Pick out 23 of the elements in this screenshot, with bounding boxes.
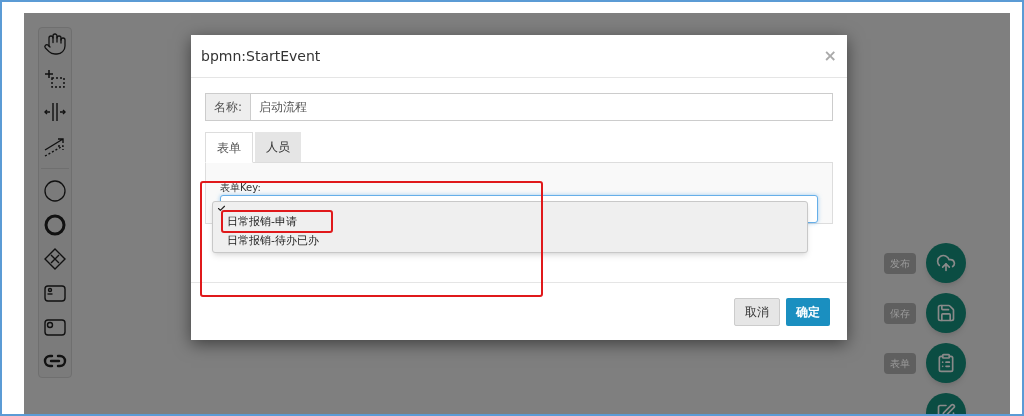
- cancel-button[interactable]: 取消: [734, 297, 780, 326]
- dropdown-option[interactable]: 日常报销-申请: [213, 212, 807, 231]
- diamond-icon[interactable]: [43, 247, 67, 271]
- clipboard-icon: [936, 353, 956, 373]
- dropdown-option[interactable]: 日常报销-待办已办: [213, 231, 807, 250]
- space-tool-icon[interactable]: [43, 100, 67, 124]
- tab[interactable]: 表单: [205, 132, 253, 163]
- tab[interactable]: 人员: [255, 132, 301, 162]
- check-icon: [217, 203, 226, 213]
- action-button[interactable]: [926, 243, 966, 283]
- thick-circle-icon[interactable]: [43, 213, 67, 237]
- action-button[interactable]: [926, 343, 966, 383]
- action-button[interactable]: [926, 293, 966, 333]
- cloud-upload-icon: [936, 253, 956, 273]
- circle-icon[interactable]: [43, 179, 67, 203]
- field-label: 名称:: [206, 94, 252, 120]
- field-value: 启动流程: [258, 99, 309, 116]
- dialog-title: bpmn:StartEvent: [201, 46, 321, 66]
- confirm-button[interactable]: 确定: [786, 297, 830, 326]
- hand-icon[interactable]: [43, 32, 67, 56]
- field-label: 表单Key:: [220, 183, 262, 193]
- name-field[interactable]: 名称: 启动流程: [205, 93, 833, 121]
- save-icon: [936, 303, 956, 323]
